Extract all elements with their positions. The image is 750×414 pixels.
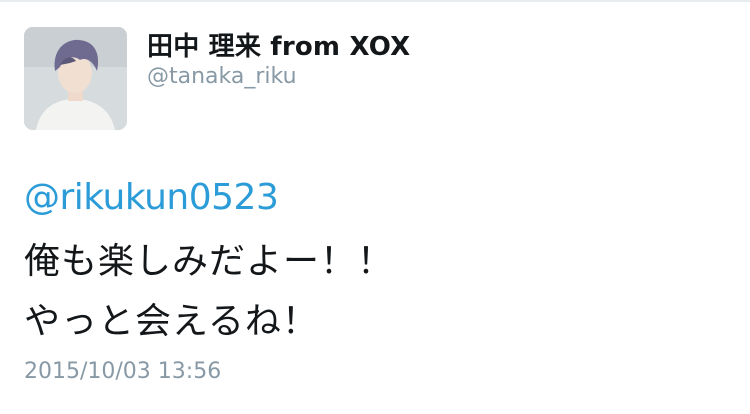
top-divider xyxy=(0,0,750,2)
tweet-timestamp[interactable]: 2015/10/03 13:56 xyxy=(24,359,221,384)
tweet-text-line-1: 俺も楽しみだよー！！ xyxy=(24,241,395,282)
author-display-name[interactable]: 田中 理来 from XOX xyxy=(147,26,410,63)
author-avatar[interactable] xyxy=(24,27,127,130)
mention-link[interactable]: @rikukun0523 xyxy=(24,177,279,218)
tweet-text-line-2: やっと会えるね！ xyxy=(24,301,319,342)
avatar-photo-icon xyxy=(24,27,127,130)
author-handle[interactable]: @tanaka_riku xyxy=(147,64,297,89)
